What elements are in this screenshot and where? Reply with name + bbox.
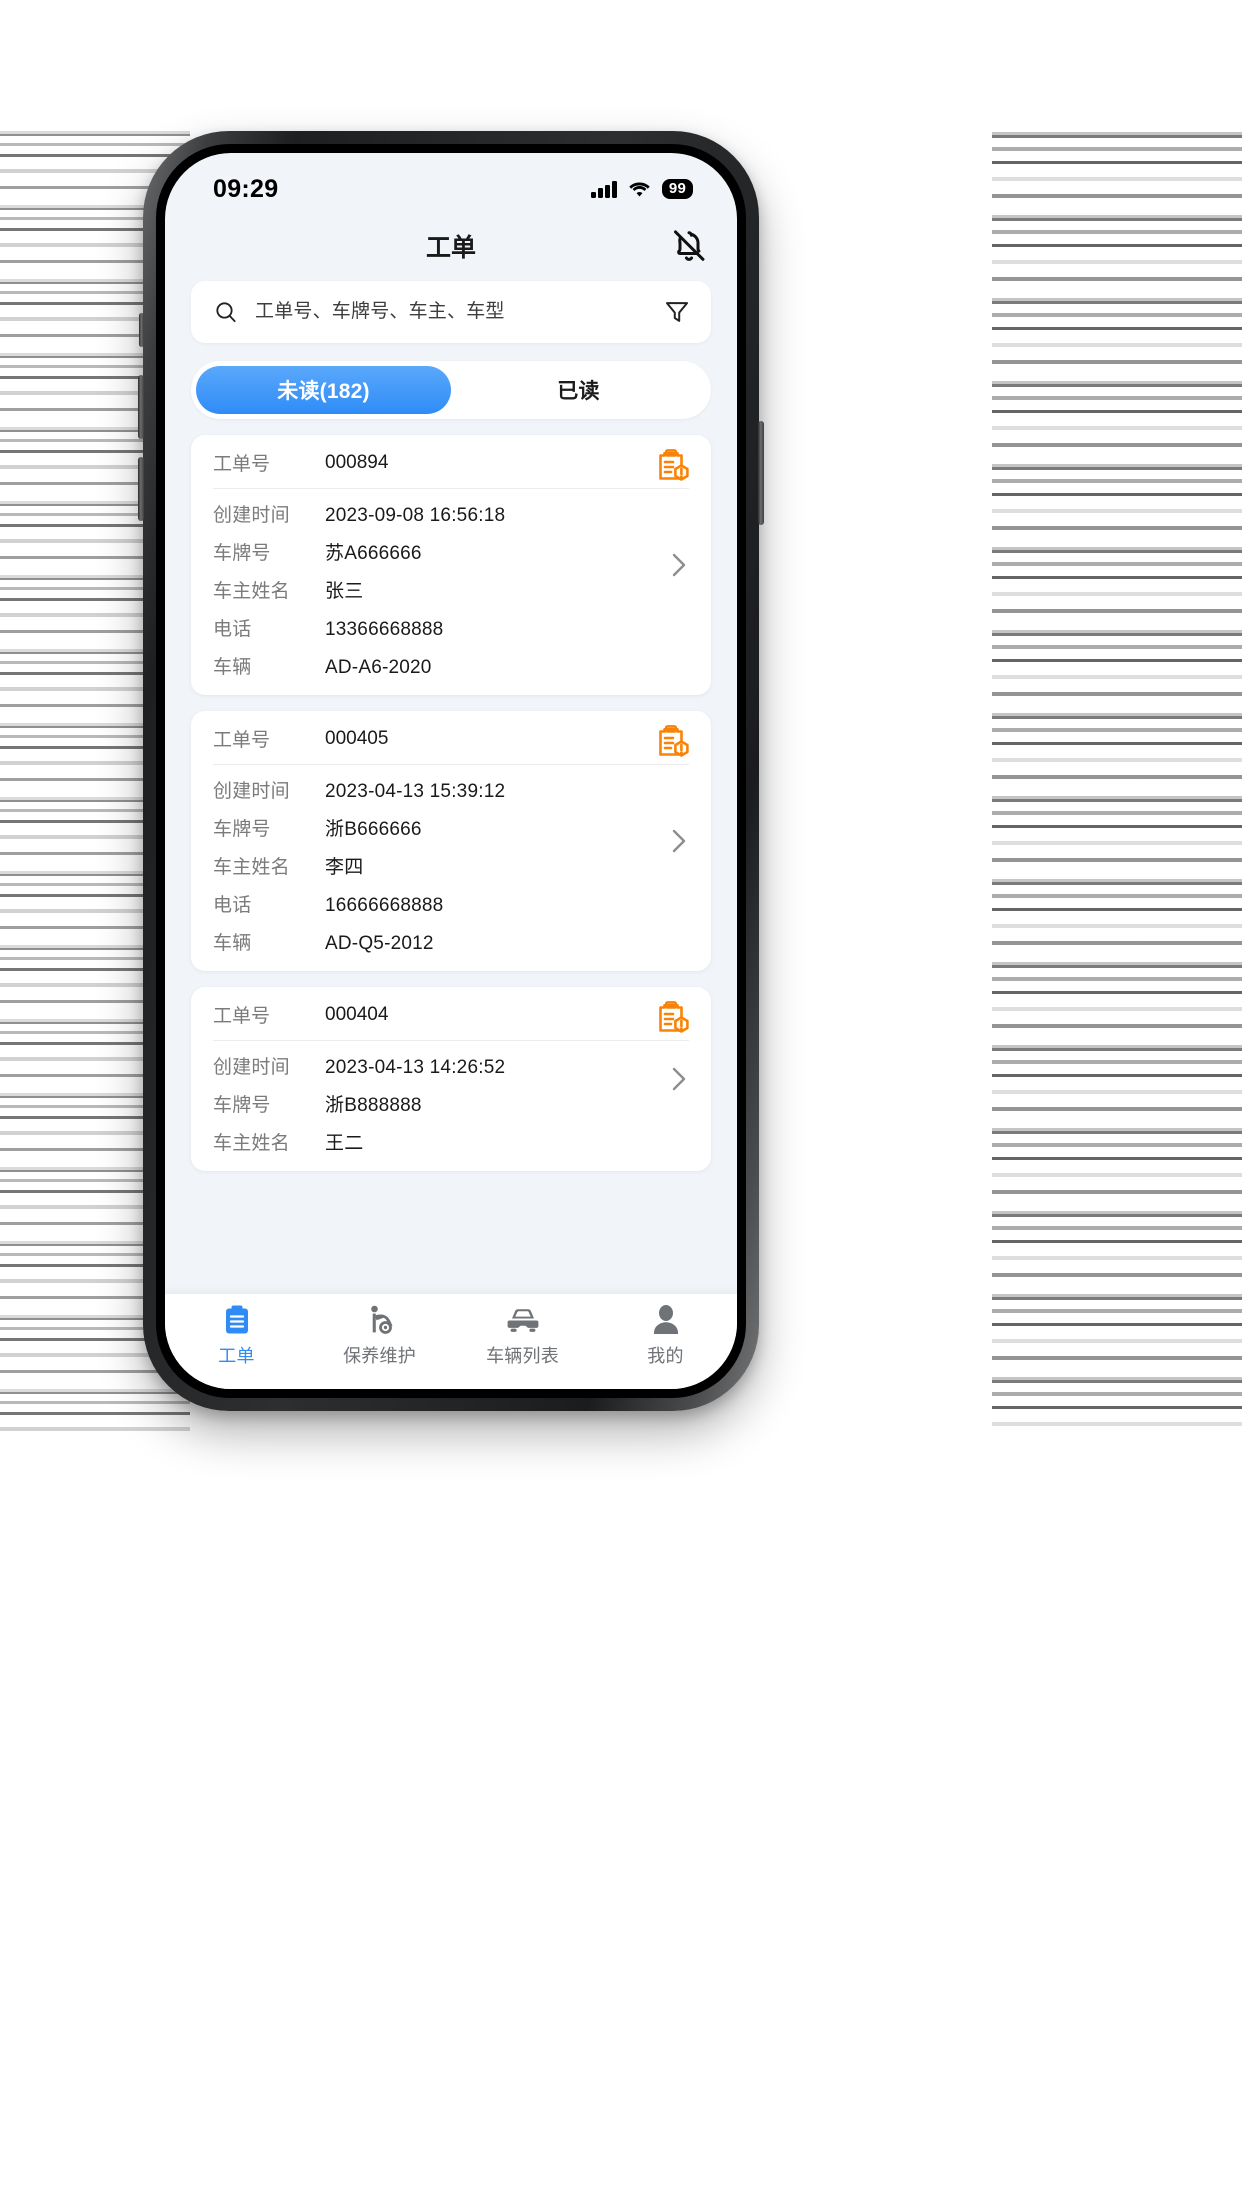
label-vehicle: 车辆	[213, 933, 252, 954]
clipboard-alert-icon	[651, 997, 691, 1037]
tab-unread[interactable]: 未读(182)	[196, 366, 451, 414]
wifi-icon	[628, 181, 651, 198]
label-owner-name: 车主姓名	[213, 581, 290, 602]
background-noise-right	[992, 128, 1242, 1438]
filter-tabs-section: 未读(182) 已读	[165, 343, 737, 419]
status-icons: 99	[591, 179, 693, 199]
signal-bars-icon	[591, 180, 617, 198]
silent-switch[interactable]	[139, 313, 144, 347]
value-created-at: 2023-04-13 15:39:12	[325, 781, 506, 802]
nav-label-vehicle-list: 车辆列表	[486, 1346, 559, 1366]
row-vehicle: 车辆 AD-Q5-2012	[213, 917, 689, 955]
nav-label-work-orders: 工单	[218, 1346, 255, 1366]
value-vehicle: AD-Q5-2012	[325, 933, 434, 954]
volume-up-button[interactable]	[138, 375, 144, 439]
volume-down-button[interactable]	[138, 457, 144, 521]
value-phone: 16666668888	[325, 895, 444, 916]
label-order-no: 工单号	[213, 454, 271, 475]
value-order-no: 000405	[325, 727, 389, 749]
search-section	[165, 277, 737, 343]
value-plate-no: 浙B666666	[325, 819, 422, 840]
row-phone: 电话 16666668888	[213, 879, 689, 917]
chevron-right-icon[interactable]	[667, 547, 691, 583]
row-plate-no: 车牌号 浙B888888	[213, 1079, 689, 1117]
label-phone: 电话	[213, 895, 252, 916]
row-owner-name: 车主姓名 张三	[213, 565, 689, 603]
nav-item-profile[interactable]: 我的	[594, 1303, 737, 1368]
person-icon	[649, 1303, 683, 1337]
value-owner-name: 李四	[325, 857, 364, 878]
phone-bezel: 09:29 99 工单 工单号、车牌号、车主、车型 未读(182) 已读 工单号…	[156, 144, 746, 1398]
label-owner-name: 车主姓名	[213, 1133, 290, 1154]
mockup-stage: 09:29 99 工单 工单号、车牌号、车主、车型 未读(182) 已读 工单号…	[0, 0, 1242, 2208]
row-created-at: 创建时间 2023-04-13 14:26:52	[213, 1041, 689, 1079]
label-created-at: 创建时间	[213, 505, 290, 526]
mechanic-icon	[363, 1303, 397, 1337]
nav-label-maintenance: 保养维护	[343, 1346, 416, 1366]
work-order-list[interactable]: 工单号 000894 创建时间 2023-09-08 16:56:18 车牌号 …	[165, 419, 737, 1293]
search-bar[interactable]	[191, 281, 711, 343]
nav-label-profile: 我的	[647, 1346, 684, 1366]
power-button[interactable]	[758, 421, 764, 525]
card-header: 工单号 000404	[213, 1001, 689, 1041]
phone-device-frame: 09:29 99 工单 工单号、车牌号、车主、车型 未读(182) 已读 工单号…	[138, 131, 764, 1411]
search-input[interactable]	[239, 301, 663, 323]
value-plate-no: 苏A666666	[325, 543, 422, 564]
card-header: 工单号 000894	[213, 449, 689, 489]
row-created-at: 创建时间 2023-04-13 15:39:12	[213, 765, 689, 803]
bell-off-icon[interactable]	[669, 226, 709, 266]
value-vehicle: AD-A6-2020	[325, 657, 432, 678]
chevron-right-icon[interactable]	[667, 823, 691, 859]
row-plate-no: 车牌号 苏A666666	[213, 527, 689, 565]
clipboard-alert-icon	[651, 721, 691, 761]
value-created-at: 2023-09-08 16:56:18	[325, 505, 506, 526]
nav-item-maintenance[interactable]: 保养维护	[308, 1303, 451, 1368]
value-owner-name: 张三	[325, 581, 364, 602]
label-plate-no: 车牌号	[213, 819, 271, 840]
label-order-no: 工单号	[213, 730, 271, 751]
nav-item-work-orders[interactable]: 工单	[165, 1303, 308, 1368]
work-order-card[interactable]: 工单号 000894 创建时间 2023-09-08 16:56:18 车牌号 …	[191, 435, 711, 695]
row-owner-name: 车主姓名 李四	[213, 841, 689, 879]
row-owner-name: 车主姓名 王二	[213, 1117, 689, 1155]
car-icon	[506, 1303, 540, 1337]
row-phone: 电话 13366668888	[213, 603, 689, 641]
status-bar: 09:29 99	[165, 153, 737, 215]
clipboard-alert-icon	[651, 445, 691, 485]
row-plate-no: 车牌号 浙B666666	[213, 803, 689, 841]
value-phone: 13366668888	[325, 619, 444, 640]
clipboard-icon	[220, 1303, 254, 1337]
value-owner-name: 王二	[325, 1133, 364, 1154]
work-order-card[interactable]: 工单号 000405 创建时间 2023-04-13 15:39:12 车牌号 …	[191, 711, 711, 971]
label-plate-no: 车牌号	[213, 543, 271, 564]
label-created-at: 创建时间	[213, 781, 290, 802]
label-created-at: 创建时间	[213, 1057, 290, 1078]
status-time: 09:29	[213, 174, 279, 203]
label-order-no: 工单号	[213, 1006, 271, 1027]
chevron-right-icon[interactable]	[667, 1061, 691, 1097]
phone-screen: 09:29 99 工单 工单号、车牌号、车主、车型 未读(182) 已读 工单号…	[165, 153, 737, 1389]
app-header: 工单	[165, 215, 737, 277]
row-vehicle: 车辆 AD-A6-2020	[213, 641, 689, 679]
value-created-at: 2023-04-13 14:26:52	[325, 1057, 506, 1078]
value-order-no: 000404	[325, 1003, 389, 1025]
search-icon	[213, 299, 239, 325]
nav-item-vehicle-list[interactable]: 车辆列表	[451, 1303, 594, 1368]
filter-icon[interactable]	[663, 298, 691, 326]
card-header: 工单号 000405	[213, 725, 689, 765]
label-vehicle: 车辆	[213, 657, 252, 678]
label-owner-name: 车主姓名	[213, 857, 290, 878]
battery-icon: 99	[661, 179, 693, 199]
label-phone: 电话	[213, 619, 252, 640]
segmented-control: 未读(182) 已读	[191, 361, 711, 419]
work-order-card[interactable]: 工单号 000404 创建时间 2023-04-13 14:26:52 车牌号 …	[191, 987, 711, 1171]
value-order-no: 000894	[325, 451, 389, 473]
value-plate-no: 浙B888888	[325, 1095, 422, 1116]
bottom-navigation: 工单 保养维护 车辆列表 我的	[165, 1293, 737, 1389]
row-created-at: 创建时间 2023-09-08 16:56:18	[213, 489, 689, 527]
page-title: 工单	[425, 234, 476, 262]
label-plate-no: 车牌号	[213, 1095, 271, 1116]
tab-read[interactable]: 已读	[451, 366, 706, 414]
